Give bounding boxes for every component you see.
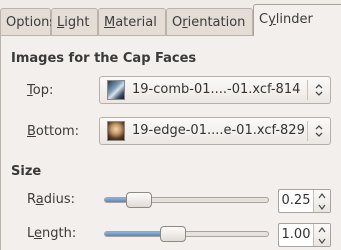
tab-mnemonic: M <box>104 15 116 30</box>
image-thumbnail <box>107 80 125 100</box>
image-thumbnail <box>107 121 125 141</box>
label-mnemonic: a <box>35 192 44 207</box>
tab-options[interactable]: Options <box>0 8 56 35</box>
decrement-icon[interactable] <box>314 235 330 246</box>
label-text: L <box>27 226 35 241</box>
length-label: Length: <box>27 226 76 241</box>
length-spinbutton[interactable]: 1.00 <box>278 223 331 247</box>
tab-label: ight <box>64 15 90 30</box>
tab-light[interactable]: Light <box>51 8 98 35</box>
tab-bar: Options Light Material Orientation Cylin… <box>0 0 341 36</box>
bottom-label: Bottom: <box>27 124 79 139</box>
radius-spinbutton[interactable]: 0.25 <box>278 189 331 213</box>
label-text: dius: <box>43 192 75 207</box>
label-mnemonic: e <box>34 226 43 241</box>
radius-value[interactable]: 0.25 <box>279 190 313 212</box>
tab-label: C <box>259 12 269 27</box>
cylinder-panel: Images for the Cap Faces Top: 19-comb-01… <box>0 36 341 250</box>
label-text: R <box>27 192 36 207</box>
up-down-arrows-icon[interactable] <box>308 118 330 144</box>
tab-label: O <box>172 15 183 30</box>
decrement-icon[interactable] <box>314 201 330 212</box>
tab-mnemonic: y <box>268 12 276 27</box>
top-image-value: 19-comb-01....-01.xcf-814 <box>132 82 301 97</box>
label-text: ottom: <box>35 124 80 139</box>
radius-label: Radius: <box>27 192 75 207</box>
slider-handle[interactable] <box>160 226 186 242</box>
spin-buttons <box>313 190 330 212</box>
label-text: op: <box>32 83 54 98</box>
slider-handle[interactable] <box>126 192 152 208</box>
bottom-image-combo[interactable]: 19-edge-01....e-01.xcf-829 <box>99 117 331 145</box>
label-mnemonic: B <box>27 124 36 139</box>
tab-label: Options <box>6 15 57 30</box>
length-slider[interactable] <box>104 226 269 242</box>
bottom-image-value: 19-edge-01....e-01.xcf-829 <box>132 123 305 138</box>
radius-slider[interactable] <box>104 192 269 208</box>
top-image-combo[interactable]: 19-comb-01....-01.xcf-814 <box>99 76 331 104</box>
tab-label: linder <box>275 12 313 27</box>
up-down-arrows-icon[interactable] <box>308 77 330 103</box>
increment-icon[interactable] <box>314 190 330 201</box>
tab-orientation[interactable]: Orientation <box>166 8 253 35</box>
spin-buttons <box>313 224 330 246</box>
top-label: Top: <box>27 83 53 98</box>
cap-faces-title: Images for the Cap Faces <box>11 51 197 66</box>
size-title: Size <box>11 164 42 179</box>
label-text: ngth: <box>42 226 77 241</box>
length-value[interactable]: 1.00 <box>279 224 313 246</box>
tab-material[interactable]: Material <box>98 8 166 35</box>
tab-cylinder[interactable]: Cylinder <box>253 4 341 36</box>
tab-label: aterial <box>115 15 157 30</box>
tab-label: ientation <box>187 15 246 30</box>
increment-icon[interactable] <box>314 224 330 235</box>
